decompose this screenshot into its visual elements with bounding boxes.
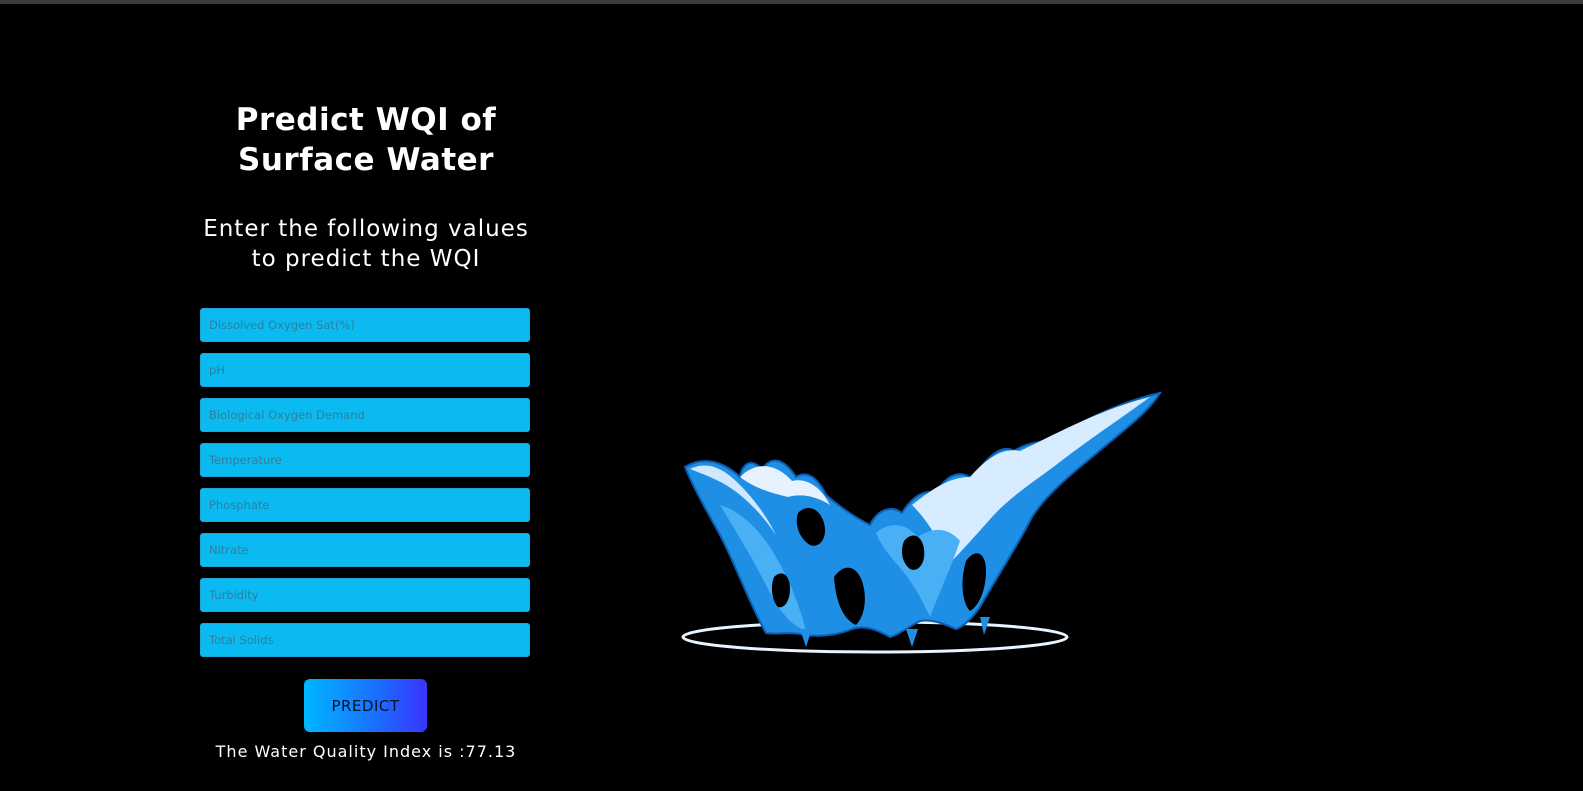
turbidity-input[interactable] <box>200 578 530 612</box>
ph-input[interactable] <box>200 353 530 387</box>
instructions-line-2: to predict the WQI <box>251 246 481 272</box>
predict-button[interactable]: PREDICT <box>304 679 427 732</box>
wqi-form <box>200 308 530 668</box>
water-splash-icon <box>680 385 1170 669</box>
intro-section: Predict WQI of Surface Water Enter the f… <box>160 100 572 274</box>
wqi-result-text: The Water Quality Index is :77.13 <box>215 742 517 761</box>
instructions-line-1: Enter the following values <box>203 216 529 242</box>
dissolved-oxygen-input[interactable] <box>200 308 530 342</box>
page-title: Predict WQI of Surface Water <box>160 100 572 180</box>
window-top-bar <box>0 0 1583 4</box>
nitrate-input[interactable] <box>200 533 530 567</box>
phosphate-input[interactable] <box>200 488 530 522</box>
total-solids-input[interactable] <box>200 623 530 657</box>
temperature-input[interactable] <box>200 443 530 477</box>
biological-oxygen-demand-input[interactable] <box>200 398 530 432</box>
page-title-line-2: Surface Water <box>238 142 494 178</box>
page-title-line-1: Predict WQI of <box>235 102 497 138</box>
instructions-text: Enter the following values to predict th… <box>160 214 572 274</box>
